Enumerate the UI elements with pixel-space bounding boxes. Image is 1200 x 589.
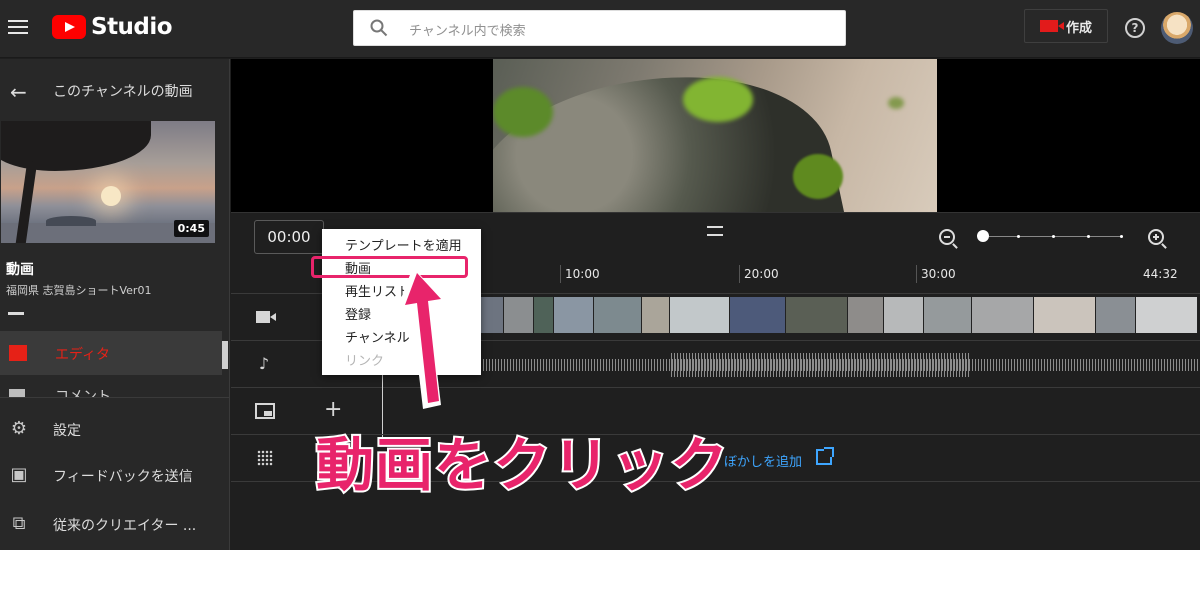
clip-thumb xyxy=(1034,297,1096,333)
menu-item-apply-template[interactable]: テンプレートを適用 xyxy=(322,235,481,258)
sidebar-divider xyxy=(0,397,230,398)
studio-logo[interactable]: Studio xyxy=(52,14,173,40)
collapsed-item-icon xyxy=(8,312,24,315)
sidebar-item-label: コメント xyxy=(55,389,111,397)
zoom-out-icon[interactable] xyxy=(939,229,955,245)
sidebar: ← このチャンネルの動画 0:45 動画 福岡県 志賀島ショートVer01 エデ… xyxy=(0,59,230,550)
clip-thumb xyxy=(642,297,670,333)
comment-icon xyxy=(9,389,25,397)
clapperboard-icon xyxy=(9,345,27,361)
back-to-channel-videos[interactable]: このチャンネルの動画 xyxy=(53,81,193,101)
music-note-icon: ♪ xyxy=(258,354,270,373)
preview-moss xyxy=(793,154,843,199)
ruler-tick xyxy=(560,265,561,283)
video-thumbnail[interactable]: 0:45 xyxy=(1,121,215,243)
top-bar: Studio チャンネル内で検索 作成 ? xyxy=(0,0,1200,58)
gear-icon: ⚙ xyxy=(10,418,28,439)
ruler-tick xyxy=(739,265,740,283)
preview-moss xyxy=(888,97,904,109)
video-track-clips[interactable] xyxy=(480,297,1198,333)
sidebar-item-feedback[interactable]: ▣ フィードバックを送信 xyxy=(0,453,230,497)
create-label: 作成 xyxy=(1065,20,1092,36)
sidebar-item-label: 設定 xyxy=(53,423,81,439)
slider-tick xyxy=(1087,235,1090,238)
search-placeholder: チャンネル内で検索 xyxy=(409,24,526,39)
ruler-label: 20:00 xyxy=(744,267,779,281)
add-blur-link[interactable]: ぼかしを追加 xyxy=(724,451,802,470)
end-screen-icon xyxy=(255,403,275,419)
preview-moss xyxy=(683,77,753,122)
ruler-label: 30:00 xyxy=(921,267,956,281)
clip-thumb xyxy=(1096,297,1136,333)
blur-icon xyxy=(257,450,273,466)
clip-thumb xyxy=(972,297,1034,333)
video-title: 動画 xyxy=(6,262,34,278)
zoom-in-icon[interactable] xyxy=(1148,229,1164,245)
sidebar-item-comments[interactable]: コメント xyxy=(0,381,230,397)
clip-thumb xyxy=(554,297,594,333)
sidebar-item-label: 従来のクリエイター ... xyxy=(53,518,197,534)
video-camera-icon xyxy=(1039,20,1064,32)
clip-thumb xyxy=(670,297,730,333)
timecode-input[interactable]: 00:00 xyxy=(254,220,324,254)
clip-thumb xyxy=(924,297,972,333)
classic-studio-icon: ⧉ xyxy=(12,513,26,534)
thumbnail-sun xyxy=(101,186,121,206)
video-track-icon xyxy=(256,311,276,323)
logo-text: Studio xyxy=(91,14,173,40)
preview-frame xyxy=(493,59,937,212)
clip-thumb xyxy=(594,297,642,333)
clip-thumb xyxy=(884,297,924,333)
sidebar-item-editor[interactable]: エディタ xyxy=(0,331,228,375)
track-divider xyxy=(231,387,1200,388)
sidebar-item-label: フィードバックを送信 xyxy=(53,469,193,485)
video-duration-badge: 0:45 xyxy=(173,220,209,237)
thumbnail-tree xyxy=(1,121,151,171)
clip-thumb xyxy=(1136,297,1198,333)
clip-thumb xyxy=(534,297,554,333)
create-button[interactable]: 作成 xyxy=(1024,9,1108,43)
clip-thumb xyxy=(848,297,884,333)
search-icon xyxy=(370,19,388,37)
slider-tick xyxy=(1120,235,1123,238)
video-preview[interactable] xyxy=(231,59,1200,212)
sidebar-scrollbar[interactable] xyxy=(222,341,228,369)
sidebar-item-label: エディタ xyxy=(55,347,111,363)
sidebar-item-classic-studio[interactable]: ⧉ 従来のクリエイター ... xyxy=(0,502,230,546)
audio-waveform-peak xyxy=(671,353,971,377)
back-arrow-icon[interactable]: ← xyxy=(10,80,27,104)
video-subtitle: 福岡県 志賀島ショートVer01 xyxy=(6,284,152,297)
ruler-tick xyxy=(916,265,917,283)
preview-moss xyxy=(493,87,553,137)
help-icon[interactable]: ? xyxy=(1125,18,1145,38)
thumbnail-island xyxy=(46,216,96,226)
clip-thumb xyxy=(786,297,848,333)
youtube-studio-app: Studio チャンネル内で検索 作成 ? ← このチャンネルの動画 0:45 … xyxy=(0,0,1200,550)
annotation-arrow-icon xyxy=(397,267,445,409)
clip-thumb xyxy=(504,297,534,333)
annotation-callout: 動画をクリック xyxy=(314,429,730,501)
feedback-icon: ▣ xyxy=(10,464,28,485)
avatar[interactable] xyxy=(1161,12,1193,44)
search-input[interactable]: チャンネル内で検索 xyxy=(353,10,846,46)
clip-thumb xyxy=(480,297,504,333)
ruler-label: 10:00 xyxy=(565,267,600,281)
zoom-slider[interactable] xyxy=(977,230,1123,242)
sidebar-item-settings[interactable]: ⚙ 設定 xyxy=(0,407,230,451)
resize-handle-icon[interactable] xyxy=(707,226,723,236)
clip-thumb xyxy=(730,297,786,333)
slider-tick xyxy=(1052,235,1055,238)
external-link-icon[interactable] xyxy=(816,447,834,465)
menu-icon[interactable] xyxy=(8,17,28,37)
youtube-play-icon xyxy=(52,15,86,39)
slider-tick xyxy=(1017,235,1020,238)
ruler-label: 44:32 xyxy=(1143,267,1178,281)
zoom-slider-knob[interactable] xyxy=(977,230,989,242)
